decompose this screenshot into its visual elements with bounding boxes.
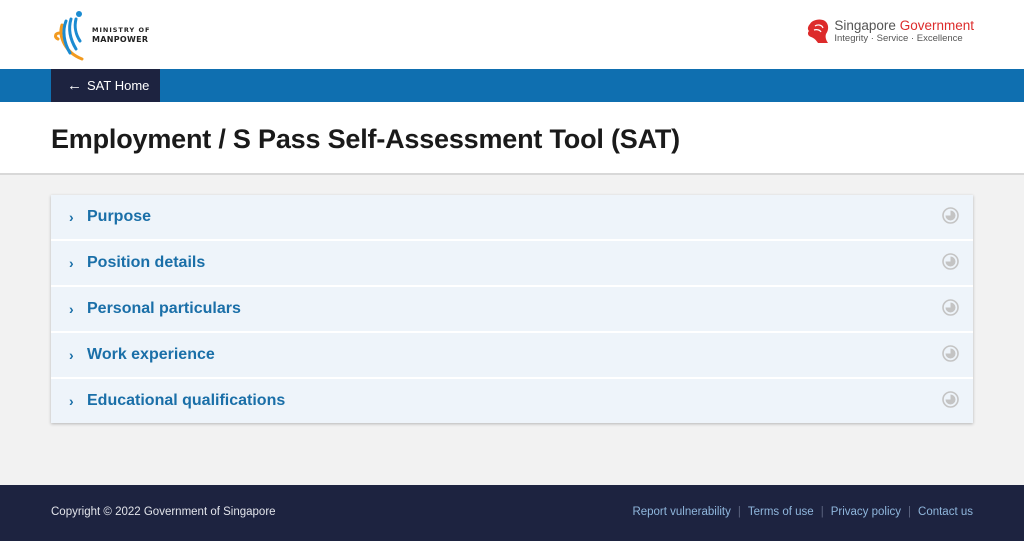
accordion-item-personal-particulars[interactable]: › Personal particulars	[51, 287, 973, 331]
footer-separator: |	[820, 506, 824, 518]
ministry-logo-line2: MANPOWER	[92, 35, 149, 44]
report-vulnerability-link[interactable]: Report vulnerability	[632, 506, 730, 518]
contact-us-link[interactable]: Contact us	[918, 506, 973, 518]
privacy-policy-link[interactable]: Privacy policy	[831, 506, 901, 518]
gov-logo-tagline: Integrity · Service · Excellence	[834, 33, 963, 44]
page-title: Employment / S Pass Self-Assessment Tool…	[51, 124, 680, 154]
gov-logo-name-part2: Government	[899, 18, 974, 33]
assessment-accordion: › Purpose › Position details › Personal …	[51, 195, 973, 423]
gov-logo-name-part1: Singapore	[834, 18, 896, 33]
footer-links: Report vulnerability | Terms of use | Pr…	[632, 506, 973, 518]
lion-head-icon	[808, 19, 829, 43]
accordion-item-label: Purpose	[87, 208, 152, 225]
accordion-item-label: Educational qualifications	[87, 392, 286, 409]
sat-home-button[interactable]: ← SAT Home	[51, 69, 160, 102]
chevron-right-icon: ›	[69, 209, 74, 225]
chevron-right-icon: ›	[69, 393, 74, 409]
copyright-text: Copyright © 2022 Government of Singapore	[51, 506, 276, 518]
accordion-item-position-details[interactable]: › Position details	[51, 241, 973, 285]
incomplete-status-icon	[942, 391, 959, 408]
chevron-right-icon: ›	[69, 255, 74, 271]
page-footer: Copyright © 2022 Government of Singapore…	[0, 485, 1024, 541]
ministry-logo-line1: MINISTRY OF	[92, 26, 151, 34]
arrow-left-icon: ←	[67, 77, 82, 94]
footer-separator: |	[737, 506, 741, 518]
accordion-item-educational-qualifications[interactable]: › Educational qualifications	[51, 379, 973, 423]
accordion-item-purpose[interactable]: › Purpose	[51, 195, 973, 239]
incomplete-status-icon	[942, 345, 959, 362]
mom-emblem-icon	[54, 11, 84, 61]
accordion-item-label: Personal particulars	[87, 300, 241, 317]
chevron-right-icon: ›	[69, 347, 74, 363]
terms-of-use-link[interactable]: Terms of use	[748, 506, 814, 518]
incomplete-status-icon	[942, 207, 959, 224]
incomplete-status-icon	[942, 253, 959, 270]
accordion-item-label: Work experience	[87, 346, 215, 363]
chevron-right-icon: ›	[69, 301, 74, 317]
top-header: MINISTRY OF MANPOWER Singapore Governmen…	[0, 0, 1024, 69]
accordion-item-work-experience[interactable]: › Work experience	[51, 333, 973, 377]
ministry-of-manpower-logo[interactable]: MINISTRY OF MANPOWER	[52, 9, 162, 61]
singapore-government-logo[interactable]: Singapore Government Integrity · Service…	[806, 18, 974, 44]
incomplete-status-icon	[942, 299, 959, 316]
accordion-item-label: Position details	[87, 254, 206, 271]
footer-separator: |	[908, 506, 912, 518]
title-band: Employment / S Pass Self-Assessment Tool…	[0, 102, 1024, 175]
navigation-band: ← SAT Home	[0, 69, 1024, 102]
sat-home-label: SAT Home	[87, 78, 150, 93]
